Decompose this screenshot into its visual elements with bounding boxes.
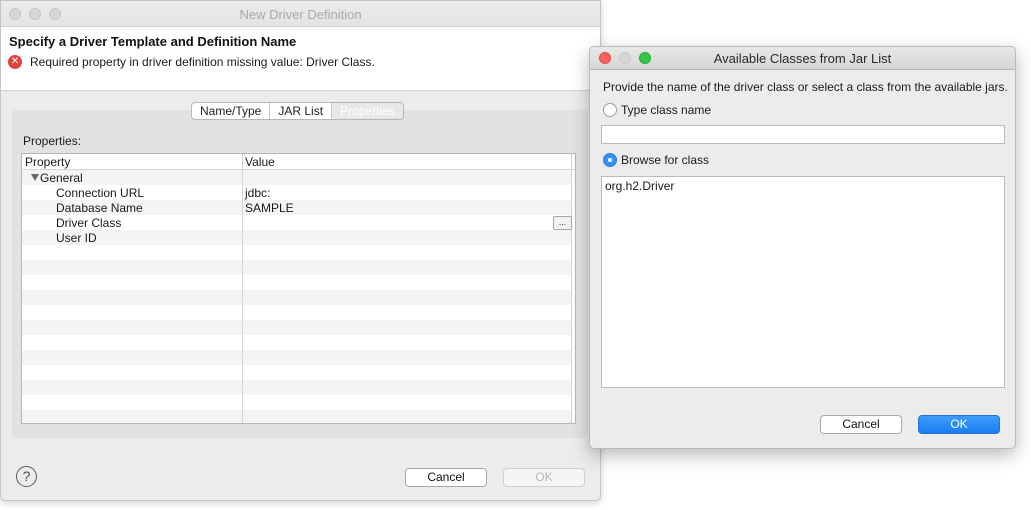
properties-table[interactable]: Property Value General Connection URL jd… <box>21 153 576 424</box>
table-header: Property Value <box>22 154 575 170</box>
list-item[interactable]: org.h2.Driver <box>605 179 674 193</box>
property-name: Database Name <box>56 201 143 215</box>
empty-row <box>22 380 571 395</box>
type-class-name-radio[interactable] <box>603 103 617 117</box>
table-row[interactable]: Driver Class <box>22 215 571 230</box>
tab-jar-list[interactable]: JAR List <box>270 103 333 119</box>
empty-row <box>22 410 571 423</box>
properties-label: Properties: <box>23 134 82 148</box>
browse-driver-class-button[interactable]: ... <box>553 216 572 230</box>
property-name: Driver Class <box>56 216 122 230</box>
class-list[interactable]: org.h2.Driver <box>601 176 1005 388</box>
table-row[interactable]: Database Name SAMPLE <box>22 200 571 215</box>
empty-row <box>22 395 571 410</box>
empty-row <box>22 305 571 320</box>
browse-for-class-label[interactable]: Browse for class <box>621 153 709 167</box>
empty-row <box>22 260 571 275</box>
empty-row <box>22 320 571 335</box>
tab-bar: Name/Type JAR List Properties <box>191 102 404 120</box>
table-row[interactable]: User ID <box>22 230 571 245</box>
table-row[interactable]: Connection URL jdbc: <box>22 185 571 200</box>
class-name-input[interactable] <box>601 125 1005 144</box>
group-label: General <box>40 171 83 185</box>
empty-row <box>22 245 571 260</box>
window-titlebar[interactable]: New Driver Definition <box>1 1 600 27</box>
dialog-titlebar[interactable]: Available Classes from Jar List <box>590 47 1015 70</box>
empty-row <box>22 350 571 365</box>
dialog-title: Available Classes from Jar List <box>713 51 892 66</box>
ok-button[interactable]: OK <box>918 415 1000 434</box>
tree-expand-arrow-icon[interactable] <box>31 174 39 181</box>
property-value[interactable]: jdbc: <box>245 186 270 200</box>
error-message: Required property in driver definition m… <box>30 55 375 69</box>
column-header-value[interactable]: Value <box>245 155 275 169</box>
tree-group-general[interactable]: General <box>22 170 571 185</box>
ok-button[interactable]: OK <box>503 468 585 487</box>
cancel-button[interactable]: Cancel <box>820 415 902 434</box>
error-icon: ✕ <box>8 55 22 69</box>
empty-row <box>22 335 571 350</box>
window-title: New Driver Definition <box>239 7 362 22</box>
empty-row <box>22 365 571 380</box>
new-driver-definition-window: New Driver Definition Specify a Driver T… <box>0 0 601 501</box>
type-class-name-label[interactable]: Type class name <box>621 103 711 117</box>
instruction-text: Provide the name of the driver class or … <box>603 80 1008 94</box>
available-classes-dialog: Available Classes from Jar List Provide … <box>589 46 1016 449</box>
tab-properties[interactable]: Properties <box>332 103 403 119</box>
property-value[interactable]: SAMPLE <box>245 201 294 215</box>
page-title: Specify a Driver Template and Definition… <box>9 34 297 49</box>
browse-for-class-radio[interactable] <box>603 153 617 167</box>
tab-name-type[interactable]: Name/Type <box>192 103 271 119</box>
scrollbar-track[interactable] <box>571 154 572 423</box>
column-header-property[interactable]: Property <box>25 155 70 169</box>
property-name: User ID <box>56 231 97 245</box>
cancel-button[interactable]: Cancel <box>405 468 487 487</box>
help-icon[interactable]: ? <box>16 466 37 487</box>
column-divider[interactable] <box>242 154 243 423</box>
empty-row <box>22 290 571 305</box>
empty-row <box>22 275 571 290</box>
wizard-header: Specify a Driver Template and Definition… <box>1 27 600 91</box>
property-name: Connection URL <box>56 186 145 200</box>
